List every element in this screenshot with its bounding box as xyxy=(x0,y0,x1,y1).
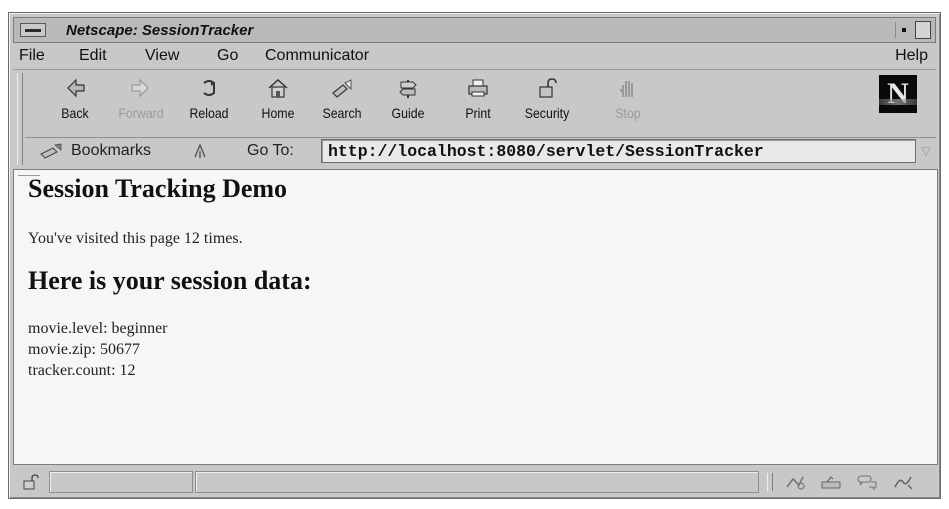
composer-icon[interactable] xyxy=(891,473,915,491)
window-title: Netscape: SessionTracker xyxy=(66,22,254,39)
reload-button[interactable]: Reload xyxy=(177,73,241,133)
location-toolbar: Bookmarks Go To: http://localhost:8080/s… xyxy=(25,137,936,165)
browser-window: Netscape: SessionTracker File Edit View … xyxy=(8,12,941,499)
page-heading: Session Tracking Demo xyxy=(28,174,288,203)
search-flashlight-icon xyxy=(332,79,352,98)
menu-edit[interactable]: Edit xyxy=(79,47,107,65)
menu-file[interactable]: File xyxy=(19,47,45,65)
back-label: Back xyxy=(61,105,89,121)
window-menu-button[interactable] xyxy=(20,23,46,37)
netscape-logo[interactable]: N xyxy=(879,75,917,113)
stop-hand-icon xyxy=(619,81,633,97)
bookmarks-button[interactable]: Bookmarks xyxy=(71,142,151,160)
component-bar-grip[interactable] xyxy=(767,473,773,491)
forward-button[interactable]: Forward xyxy=(107,73,175,133)
guide-label: Guide xyxy=(391,105,425,121)
url-history-dropdown[interactable]: ▽ xyxy=(918,139,934,163)
toolbar-grip[interactable] xyxy=(17,73,23,165)
title-bar[interactable]: Netscape: SessionTracker xyxy=(13,17,936,43)
search-label: Search xyxy=(322,105,362,121)
discussion-icon[interactable] xyxy=(855,473,879,491)
page-content: Session Tracking Demo You've visited thi… xyxy=(13,169,938,465)
status-message xyxy=(195,471,759,493)
menu-go[interactable]: Go xyxy=(217,47,238,65)
status-bar xyxy=(13,469,938,495)
search-button[interactable]: Search xyxy=(311,73,373,133)
progress-cell xyxy=(49,471,193,493)
session-data-list: movie.level: beginner movie.zip: 50677 t… xyxy=(28,318,168,381)
menu-communicator[interactable]: Communicator xyxy=(265,47,369,65)
stop-label: Stop xyxy=(615,105,641,121)
url-input[interactable]: http://localhost:8080/servlet/SessionTra… xyxy=(321,139,916,163)
print-button[interactable]: Print xyxy=(453,73,503,133)
session-entry: movie.level: beginner xyxy=(28,320,168,337)
maximize-button[interactable] xyxy=(915,21,931,39)
forward-label: Forward xyxy=(118,105,164,121)
guide-signpost-icon xyxy=(399,80,417,98)
mail-icon[interactable] xyxy=(819,473,843,491)
forward-arrow-icon xyxy=(131,78,149,98)
minimize-button[interactable] xyxy=(895,22,913,38)
guide-button[interactable]: Guide xyxy=(381,73,435,133)
session-entry: tracker.count: 12 xyxy=(28,362,136,379)
session-data-heading: Here is your session data: xyxy=(28,266,312,295)
stop-button[interactable]: Stop xyxy=(605,73,651,133)
menu-bar: File Edit View Go Communicator Help xyxy=(13,44,936,70)
visit-count-text: You've visited this page 12 times. xyxy=(28,230,243,247)
navigation-toolbar: Back Forward Reload Home Search Guide Pr… xyxy=(13,71,936,167)
security-status-icon[interactable] xyxy=(21,473,41,491)
goto-label: Go To: xyxy=(247,142,294,159)
component-bar-navigator-icon[interactable] xyxy=(783,473,807,491)
back-button[interactable]: Back xyxy=(49,73,101,133)
reload-icon xyxy=(203,80,215,96)
printer-icon xyxy=(468,79,488,97)
back-arrow-icon xyxy=(67,78,85,98)
session-entry: movie.zip: 50677 xyxy=(28,341,140,358)
padlock-icon xyxy=(539,78,557,98)
home-icon xyxy=(268,78,288,98)
menu-help[interactable]: Help xyxy=(895,47,928,65)
security-button[interactable]: Security xyxy=(511,73,583,133)
navigation-buttons: Back Forward Reload Home Search Guide Pr… xyxy=(25,73,925,133)
bookmark-drag-icon[interactable] xyxy=(191,142,209,160)
home-label: Home xyxy=(261,105,295,121)
reload-label: Reload xyxy=(189,105,229,121)
print-label: Print xyxy=(465,105,491,121)
home-button[interactable]: Home xyxy=(251,73,305,133)
security-label: Security xyxy=(524,105,570,121)
bookmarks-ribbon-icon[interactable] xyxy=(39,142,65,160)
menu-view[interactable]: View xyxy=(145,47,179,65)
